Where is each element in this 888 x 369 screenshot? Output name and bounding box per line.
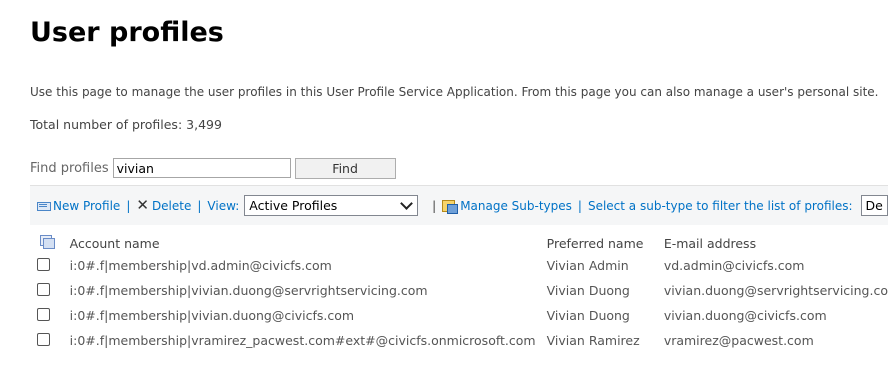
chevron-down-icon — [400, 197, 414, 210]
view-label: View: — [207, 198, 240, 213]
preferred-name-cell: Vivian Duong — [546, 308, 630, 323]
find-profiles-input[interactable] — [112, 158, 291, 178]
email-cell: vivian.duong@servrightservicing.co — [663, 283, 888, 298]
preferred-name-cell: Vivian Admin — [546, 258, 629, 273]
page-description: Use this page to manage the user profile… — [30, 85, 879, 99]
view-select[interactable]: Active Profiles — [244, 195, 419, 216]
preferred-name-cell: Vivian Ramirez — [546, 333, 640, 348]
find-button[interactable]: Find — [294, 157, 396, 179]
subtype-select[interactable]: De — [860, 195, 888, 216]
table-row: i:0#.f|membership|vramirez_pacwest.com#e… — [30, 328, 888, 353]
select-all-icon[interactable] — [40, 234, 55, 249]
account-name-header: Account name — [69, 235, 160, 251]
row-checkbox[interactable] — [37, 283, 50, 296]
delete-x-icon: ✕ — [136, 196, 149, 214]
view-selected-value: Active Profiles — [249, 198, 338, 213]
email-cell: vramirez@pacwest.com — [663, 333, 814, 348]
subtype-filter-label: Select a sub-type to filter the list of … — [587, 198, 853, 213]
account-name-cell[interactable]: i:0#.f|membership|vivian.duong@servright… — [70, 278, 547, 303]
find-profiles-label: Find profiles — [30, 160, 109, 176]
toolbar-separator: | — [577, 198, 582, 213]
total-profiles: Total number of profiles: 3,499 — [30, 117, 222, 132]
manage-subtypes-icon — [442, 199, 459, 214]
account-name-cell[interactable]: i:0#.f|membership|vramirez_pacwest.com#e… — [70, 328, 547, 353]
new-profile-icon — [37, 200, 51, 211]
toolbar-separator: | — [197, 198, 202, 213]
delete-label: Delete — [151, 198, 192, 213]
new-profile-button[interactable]: New Profile — [37, 199, 120, 213]
email-cell: vivian.duong@civicfs.com — [663, 308, 827, 323]
account-name-cell[interactable]: i:0#.f|membership|vd.admin@civicfs.com — [70, 253, 547, 278]
delete-button[interactable]: ✕ Delete — [136, 198, 191, 213]
profiles-toolbar: New Profile | ✕ Delete | View: Active Pr… — [30, 185, 888, 225]
manage-subtypes-label: Manage Sub-types — [460, 198, 572, 213]
profiles-table: Account name Preferred name E-mail addre… — [30, 233, 888, 353]
table-row: i:0#.f|membership|vivian.duong@servright… — [30, 278, 888, 303]
table-row: i:0#.f|membership|vivian.duong@civicfs.c… — [30, 303, 888, 328]
email-cell: vd.admin@civicfs.com — [663, 258, 805, 273]
row-checkbox[interactable] — [37, 258, 50, 271]
total-profiles-label: Total number of profiles: — [30, 117, 183, 132]
row-checkbox[interactable] — [37, 308, 50, 321]
toolbar-separator: | — [432, 198, 437, 213]
total-profiles-count: 3,499 — [186, 117, 222, 132]
email-header: E-mail address — [663, 235, 757, 251]
select-all-header[interactable] — [30, 233, 70, 253]
manage-subtypes-button[interactable]: Manage Sub-types — [442, 198, 572, 214]
row-checkbox[interactable] — [37, 333, 50, 346]
table-row: i:0#.f|membership|vd.admin@civicfs.com V… — [30, 253, 888, 278]
account-name-cell[interactable]: i:0#.f|membership|vivian.duong@civicfs.c… — [70, 303, 547, 328]
new-profile-label: New Profile — [53, 198, 121, 213]
preferred-name-header: Preferred name — [546, 235, 644, 251]
table-header-row: Account name Preferred name E-mail addre… — [30, 233, 888, 253]
find-profiles-row: Find profiles Find — [30, 157, 396, 179]
page-title: User profiles — [30, 17, 224, 48]
toolbar-separator: | — [126, 198, 131, 213]
preferred-name-cell: Vivian Duong — [546, 283, 630, 298]
